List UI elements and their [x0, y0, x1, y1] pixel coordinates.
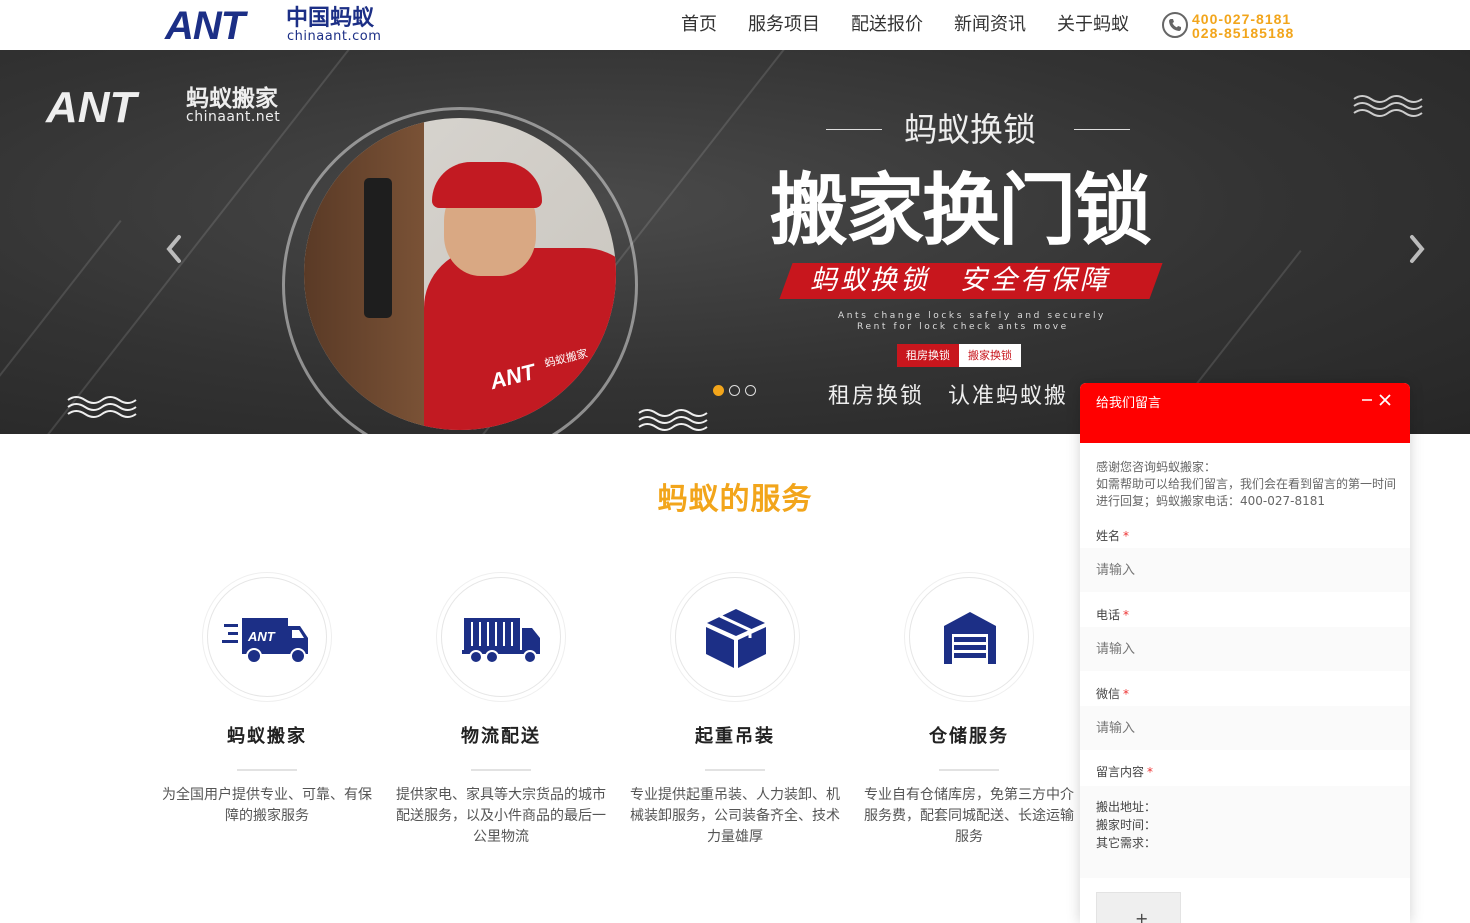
carousel-dot-1[interactable] — [713, 385, 724, 396]
banner-bottom-text: 租房换锁 认准蚂蚁搬 — [828, 384, 1069, 409]
carousel-dot-3[interactable] — [745, 385, 756, 396]
service-name: 物流配送 — [461, 726, 541, 747]
carousel-prev-arrow-icon[interactable] — [162, 233, 186, 265]
banner-en-line-2: Rent for lock check ants move — [857, 322, 1069, 332]
main-nav: 首页 服务项目 配送报价 新闻资讯 关于蚂蚁 — [681, 13, 1160, 37]
wechat-field-label: 微信 * — [1096, 686, 1129, 702]
moving-truck-icon: ANT — [222, 618, 308, 664]
service-name: 起重吊装 — [695, 726, 775, 747]
message-field-label: 留言内容 * — [1096, 764, 1153, 780]
subtitle-line-right — [1074, 129, 1130, 130]
wave-decoration-icon — [638, 409, 708, 431]
message-panel: 给我们留言 感谢您咨询蚂蚁搬家： 如需帮助可以给我们留言，我们会在看到留言的第一… — [1080, 383, 1410, 923]
minimize-icon[interactable] — [1360, 393, 1376, 411]
logo-ant-text: ANT — [165, 4, 245, 48]
banner-tag-moving: 搬家换锁 — [959, 344, 1021, 367]
subtitle-line-left — [826, 129, 882, 130]
service-description: 提供家电、家具等大宗货品的城市配送服务，以及小件商品的最后一公里物流 — [396, 787, 606, 845]
banner-en-line-1: Ants change locks safely and securely — [838, 311, 1106, 321]
svg-text:ANT: ANT — [247, 629, 276, 644]
site-logo[interactable]: ANT 中国蚂蚁 chinaant.com — [165, 6, 405, 46]
message-label-text: 留言内容 — [1096, 765, 1145, 779]
required-mark: * — [1147, 765, 1154, 779]
logo-cn-text: 中国蚂蚁 — [286, 6, 375, 31]
banner-subtitle-text: 蚂蚁换锁 — [904, 110, 1036, 149]
service-divider — [237, 769, 297, 771]
message-panel-intro: 感谢您咨询蚂蚁搬家： 如需帮助可以给我们留言，我们会在看到留言的第一时间进行回复… — [1096, 460, 1397, 508]
banner-title: 搬家换门锁 — [770, 166, 1152, 256]
box-icon — [706, 609, 766, 668]
hotline-2[interactable]: 028-85185188 — [1192, 26, 1294, 40]
smart-lock-graphic — [364, 178, 392, 318]
close-icon[interactable] — [1378, 393, 1394, 411]
carousel-dots — [713, 385, 761, 396]
service-description: 为全国用户提供专业、可靠、有保障的搬家服务 — [162, 787, 372, 824]
banner-logo-ant: ANT — [46, 83, 137, 132]
wave-decoration-icon — [67, 396, 137, 418]
phone-input[interactable] — [1080, 627, 1410, 671]
required-mark: * — [1123, 608, 1130, 622]
message-panel-header: 给我们留言 — [1080, 383, 1410, 443]
carousel-dot-2[interactable] — [729, 385, 740, 396]
nav-item-news[interactable]: 新闻资讯 — [954, 13, 1026, 37]
phone-label-text: 电话 — [1096, 608, 1121, 622]
wave-decoration-icon — [1353, 95, 1423, 117]
service-name: 仓储服务 — [929, 726, 1009, 747]
logo-domain-text: chinaant.com — [287, 29, 382, 44]
service-description: 专业自有仓储库房，免第三方中介服务费，配套同城配送、长途运输服务 — [864, 787, 1074, 845]
phone-field-label: 电话 * — [1096, 607, 1129, 623]
service-icon-circle — [441, 577, 561, 697]
wechat-input[interactable] — [1080, 706, 1410, 750]
service-icon-circle — [675, 577, 795, 697]
required-mark: * — [1123, 529, 1130, 543]
worker-cap-graphic — [432, 162, 542, 208]
name-field-label: 姓名 * — [1096, 528, 1129, 544]
service-description: 专业提供起重吊装、人力装卸、机械装卸服务，公司装备齐全、技术力量雄厚 — [630, 787, 840, 845]
required-mark: * — [1123, 687, 1130, 701]
site-header: ANT 中国蚂蚁 chinaant.com 首页 服务项目 配送报价 新闻资讯 … — [0, 0, 1470, 50]
message-panel-title: 给我们留言 — [1096, 396, 1162, 411]
banner-subtitle: 蚂蚁换锁 — [826, 110, 1130, 150]
service-divider — [939, 769, 999, 771]
message-textarea[interactable]: 搬出地址： 搬家时间： 其它需求： — [1080, 786, 1410, 878]
nav-item-home[interactable]: 首页 — [681, 13, 717, 37]
nav-item-about[interactable]: 关于蚂蚁 — [1057, 13, 1129, 37]
carousel-next-arrow-icon[interactable] — [1405, 233, 1429, 265]
banner-logo-domain: chinaant.net — [186, 109, 281, 125]
service-divider — [705, 769, 765, 771]
worker-shirt-graphic — [424, 248, 616, 430]
cargo-truck-icon — [462, 618, 540, 664]
banner-ribbon-text: 蚂蚁换锁 安全有保障 — [810, 265, 1110, 296]
service-icon-circle: ANT — [207, 577, 327, 697]
warehouse-icon — [944, 612, 996, 664]
name-label-text: 姓名 — [1096, 529, 1121, 543]
locksmith-photo: ANT 蚂蚁搬家 — [304, 118, 616, 430]
service-divider — [471, 769, 531, 771]
hotline-1[interactable]: 400-027-8181 — [1192, 12, 1294, 26]
name-input[interactable] — [1080, 548, 1410, 592]
upload-plus-icon: + — [1135, 909, 1149, 923]
hotline-numbers: 400-027-8181 028-85185188 — [1192, 12, 1294, 40]
wechat-label-text: 微信 — [1096, 687, 1121, 701]
nav-item-pricing[interactable]: 配送报价 — [851, 13, 923, 37]
banner-logo: ANT 蚂蚁搬家 chinaant.net — [46, 86, 326, 136]
phone-icon — [1162, 12, 1188, 38]
service-name: 蚂蚁搬家 — [227, 726, 307, 747]
nav-item-services[interactable]: 服务项目 — [748, 13, 820, 37]
service-icon-circle — [909, 577, 1029, 697]
banner-tag-rental: 租房换锁 — [897, 344, 959, 367]
upload-button[interactable]: + — [1096, 892, 1181, 923]
banner-ribbon: 蚂蚁换锁 安全有保障 — [779, 263, 1163, 299]
hero-banner[interactable]: ANT 蚂蚁搬家 chinaant.net ANT 蚂蚁搬家 蚂蚁换锁 搬家换门… — [0, 50, 1470, 434]
